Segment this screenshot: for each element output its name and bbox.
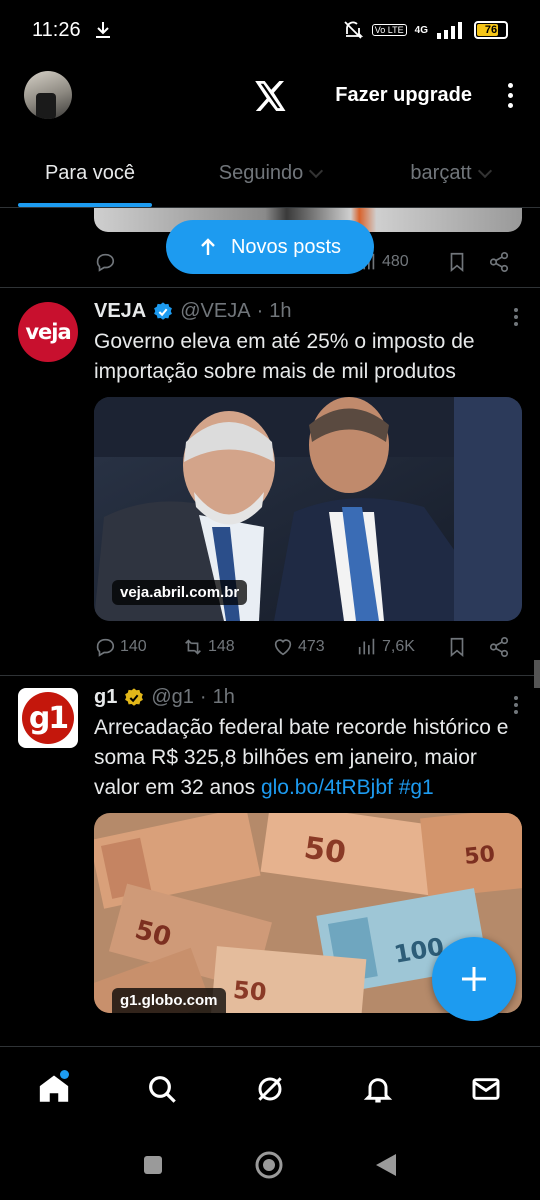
avatar-logo-text: g1 bbox=[28, 700, 69, 736]
download-icon bbox=[95, 22, 110, 38]
grok-icon bbox=[258, 1076, 282, 1101]
nav-search[interactable] bbox=[135, 1062, 189, 1116]
repost-icon[interactable] bbox=[182, 636, 204, 658]
more-options-icon[interactable] bbox=[504, 82, 516, 108]
tweet-veja[interactable]: veja VEJA @VEJA · 1h Governo eleva em at… bbox=[0, 288, 540, 676]
separator-dot: · bbox=[199, 686, 207, 708]
views-icon[interactable] bbox=[356, 636, 378, 658]
volte-badge: Vo LTE bbox=[371, 24, 407, 36]
author-name[interactable]: VEJA bbox=[94, 300, 146, 323]
mute-icon bbox=[344, 21, 363, 39]
mail-icon bbox=[472, 1077, 500, 1100]
status-bar: 11:26 Vo LTE 4G 76 bbox=[0, 0, 540, 60]
system-navigation bbox=[0, 1130, 540, 1200]
author-handle[interactable]: @VEJA bbox=[180, 300, 250, 323]
views-count: 480 bbox=[382, 253, 409, 270]
back-icon[interactable] bbox=[374, 1152, 398, 1178]
tweet-text: Arrecadação federal bate recorde históri… bbox=[94, 713, 522, 803]
battery-indicator: 76 bbox=[474, 21, 508, 39]
scrollbar[interactable] bbox=[534, 660, 540, 688]
author-name[interactable]: g1 bbox=[94, 686, 117, 709]
tweet-time: 1h bbox=[269, 300, 292, 322]
feed-tabs: Para você Seguindo barçatt bbox=[0, 140, 540, 208]
tweet-text: Governo eleva em até 25% o imposto de im… bbox=[94, 330, 475, 383]
svg-text:50: 50 bbox=[232, 976, 268, 1007]
tweet-link[interactable]: glo.bo/4tRBjbf bbox=[261, 776, 393, 799]
nav-grok[interactable] bbox=[243, 1062, 297, 1116]
verified-badge-icon bbox=[125, 687, 144, 706]
notification-dot bbox=[60, 1069, 69, 1079]
bottom-navigation bbox=[0, 1046, 540, 1130]
tab-barcatt[interactable]: barçatt bbox=[360, 140, 540, 207]
avatar[interactable]: veja bbox=[18, 302, 78, 362]
recents-icon[interactable] bbox=[142, 1154, 164, 1176]
timeline[interactable]: 480 Novos posts veja VEJA @VEJA · 1h Gov… bbox=[0, 208, 540, 1046]
verified-badge-icon bbox=[154, 301, 173, 320]
avatar-logo-text: veja bbox=[25, 320, 71, 344]
tab-label: Para você bbox=[44, 162, 136, 184]
chevron-down-icon bbox=[477, 163, 492, 179]
reply-count: 140 bbox=[120, 638, 147, 655]
arrow-up-icon bbox=[201, 238, 215, 255]
x-logo-icon bbox=[255, 81, 286, 111]
new-posts-button[interactable]: Novos posts bbox=[166, 220, 374, 274]
compose-plus-icon bbox=[462, 967, 486, 991]
nav-messages[interactable] bbox=[459, 1062, 513, 1116]
avatar[interactable]: g1 bbox=[18, 688, 78, 748]
svg-text:50: 50 bbox=[302, 831, 348, 871]
reply-icon[interactable] bbox=[94, 251, 116, 273]
compose-button[interactable] bbox=[432, 937, 516, 1021]
svg-text:50: 50 bbox=[463, 842, 496, 870]
share-icon[interactable] bbox=[488, 636, 510, 658]
tab-seguindo[interactable]: Seguindo bbox=[180, 140, 360, 207]
tweet-hashtag[interactable]: #g1 bbox=[399, 776, 434, 799]
home-circle-icon[interactable] bbox=[254, 1150, 284, 1180]
bookmark-icon[interactable] bbox=[446, 636, 468, 658]
new-posts-label: Novos posts bbox=[230, 235, 342, 258]
signal-icon bbox=[437, 22, 462, 39]
tweet-media[interactable]: veja.abril.com.br bbox=[94, 397, 522, 621]
separator-dot: · bbox=[256, 300, 264, 322]
chevron-down-icon bbox=[309, 163, 324, 179]
reply-icon[interactable] bbox=[94, 636, 116, 658]
bookmark-icon[interactable] bbox=[446, 251, 468, 273]
views-count: 7,6K bbox=[382, 638, 415, 655]
nav-notifications[interactable] bbox=[351, 1062, 405, 1116]
like-icon[interactable] bbox=[272, 636, 294, 658]
link-domain-label: g1.globo.com bbox=[112, 988, 226, 1013]
like-count: 473 bbox=[298, 638, 325, 655]
tweet-time: 1h bbox=[212, 686, 235, 708]
status-time: 11:26 bbox=[32, 18, 81, 41]
upgrade-button[interactable]: Fazer upgrade bbox=[335, 84, 472, 107]
network-type: 4G bbox=[414, 24, 428, 36]
profile-avatar[interactable] bbox=[24, 71, 72, 119]
tab-label: barçatt bbox=[410, 162, 472, 184]
bell-icon bbox=[363, 1077, 393, 1102]
repost-count: 148 bbox=[208, 638, 235, 655]
top-bar: Fazer upgrade bbox=[0, 60, 540, 130]
link-domain-label: veja.abril.com.br bbox=[112, 580, 248, 605]
share-icon[interactable] bbox=[488, 251, 510, 273]
tab-label: Seguindo bbox=[218, 162, 304, 184]
author-handle[interactable]: @g1 bbox=[151, 686, 194, 709]
tab-para-voce[interactable]: Para você bbox=[0, 140, 180, 207]
search-icon bbox=[149, 1075, 176, 1103]
nav-home[interactable] bbox=[27, 1062, 81, 1116]
